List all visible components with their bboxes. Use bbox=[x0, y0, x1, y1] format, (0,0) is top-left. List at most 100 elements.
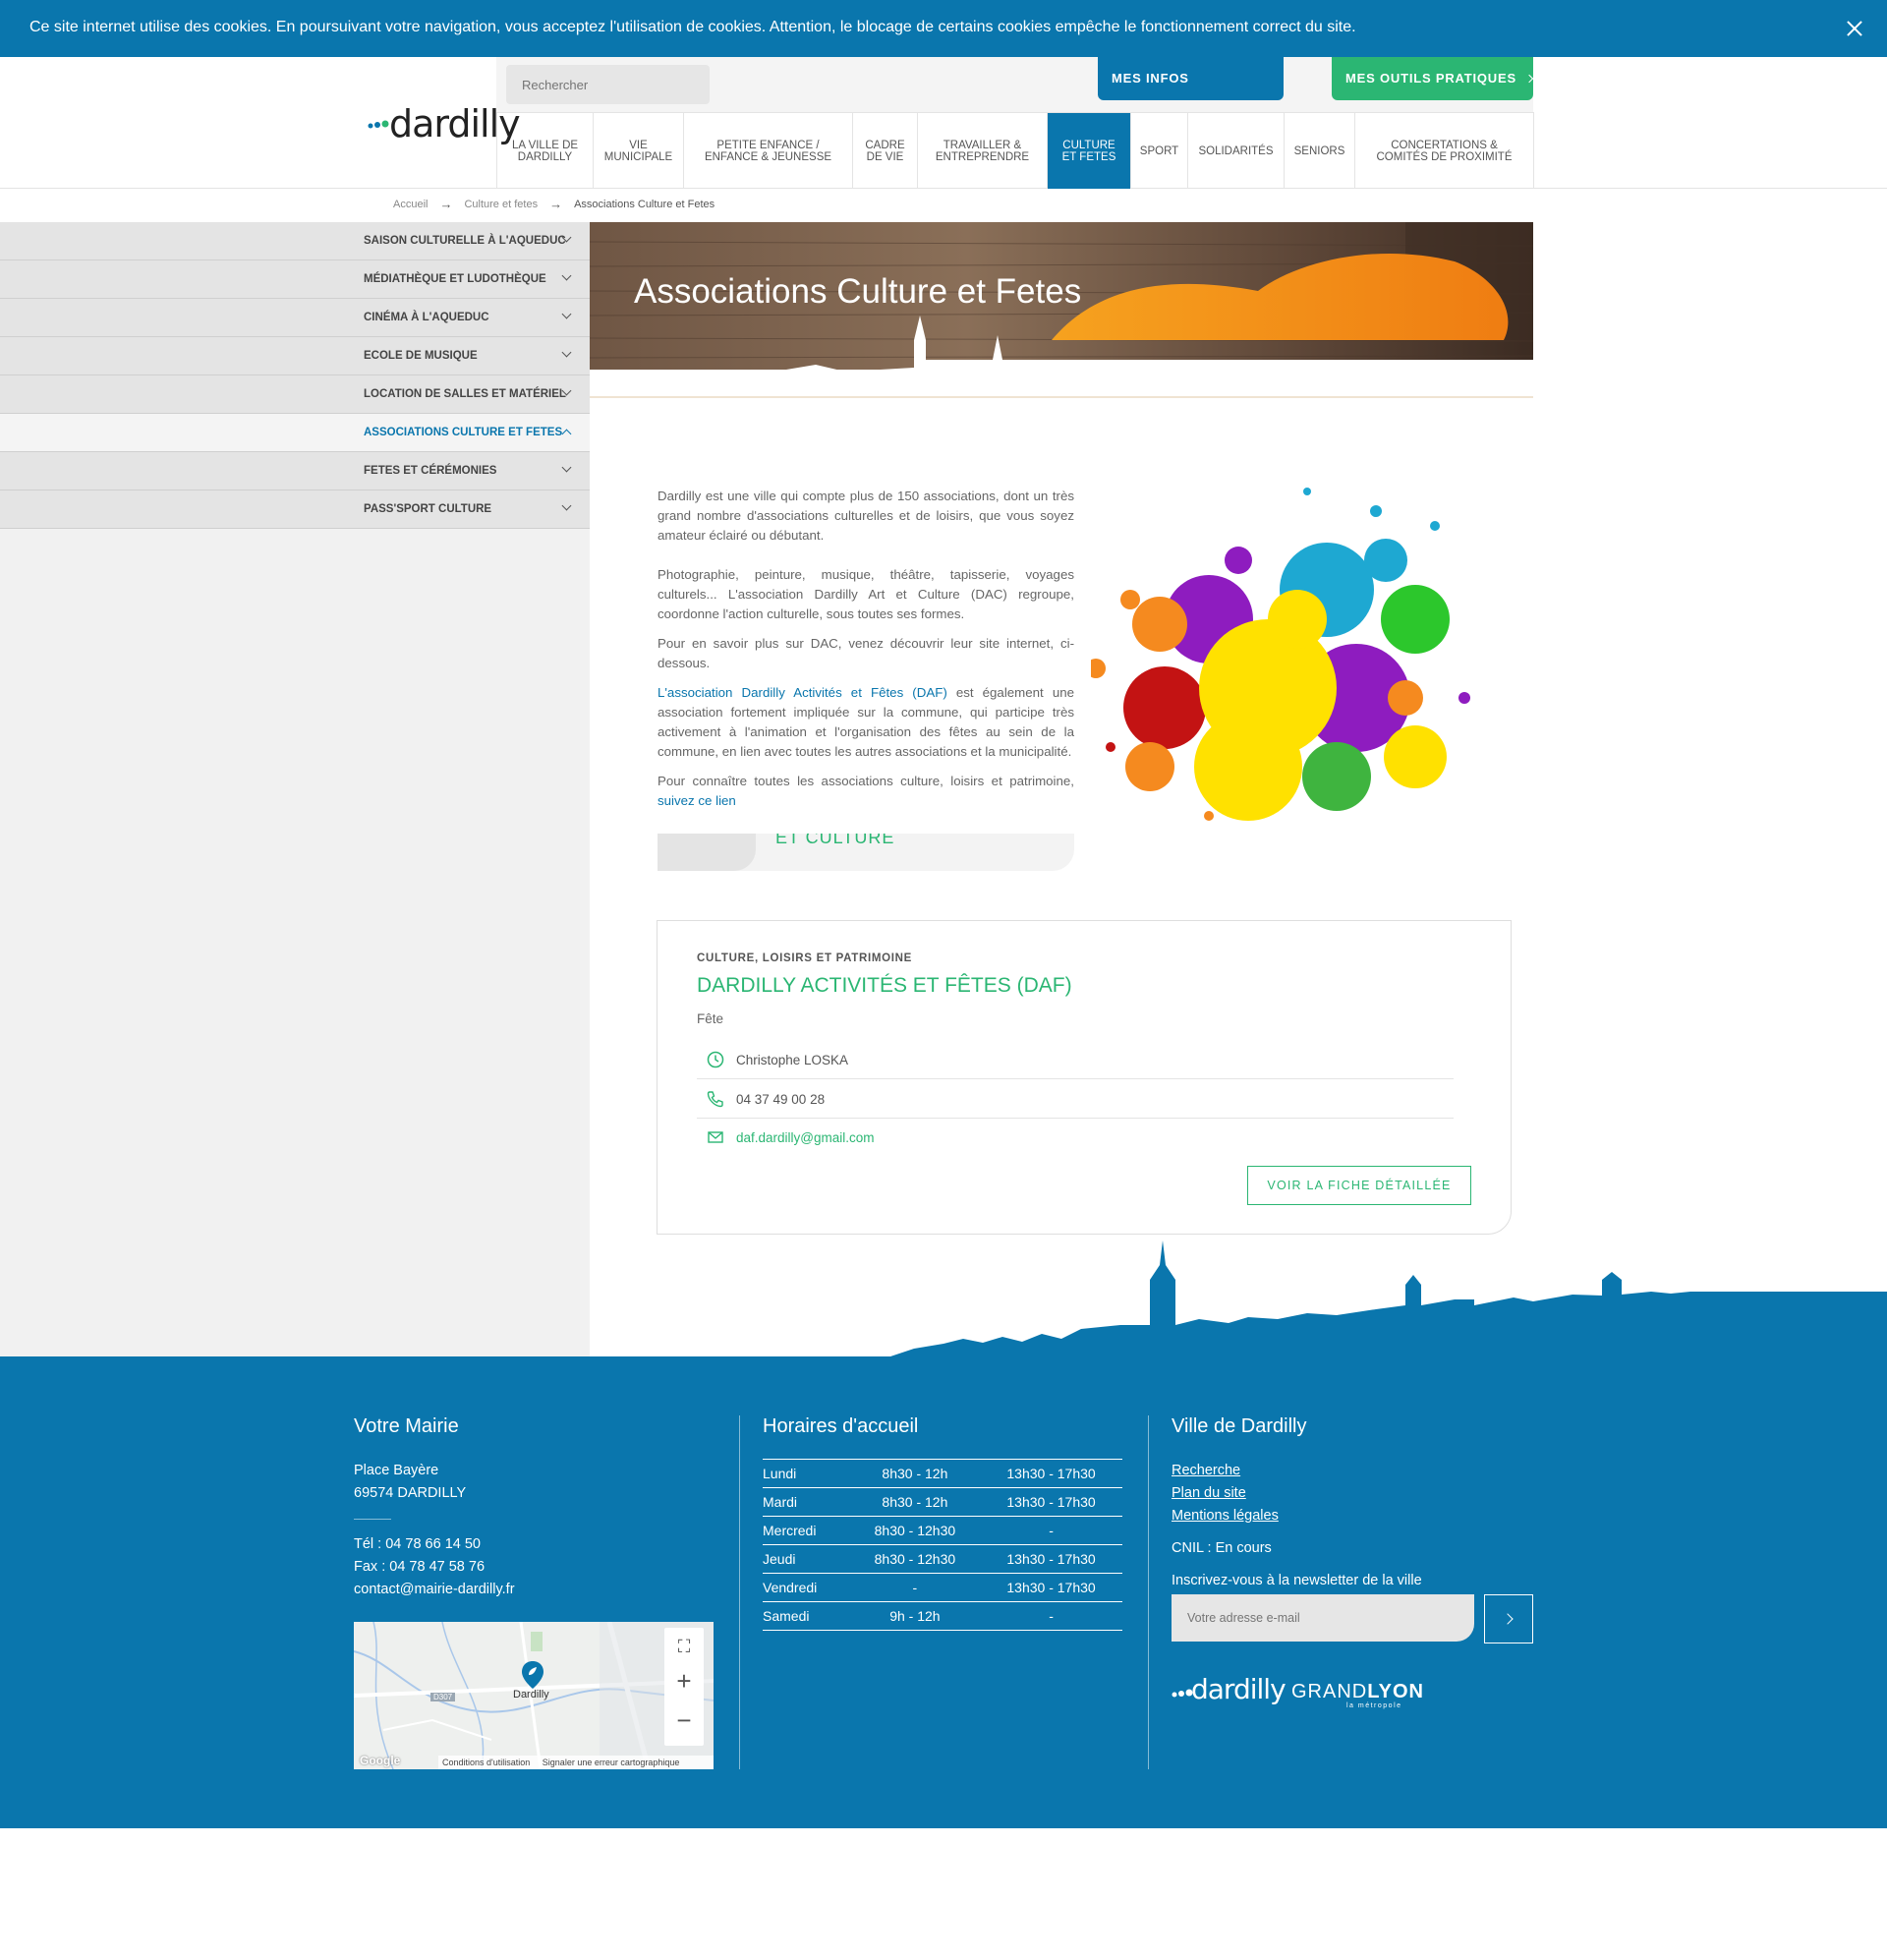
footer-logo-text: dardilly bbox=[1191, 1673, 1287, 1705]
sidebar-item-label: SAISON CULTURELLE À L'AQUEDUC bbox=[364, 235, 566, 247]
mairie-email[interactable]: contact@mairie-dardilly.fr bbox=[354, 1579, 649, 1601]
mes-outils-pratiques-button[interactable]: MES OUTILS PRATIQUES bbox=[1332, 57, 1534, 100]
hours-morning: 9h - 12h bbox=[849, 1601, 981, 1631]
hours-day: Vendredi bbox=[763, 1573, 850, 1602]
chevron-down-icon[interactable] bbox=[561, 347, 572, 358]
fullscreen-icon[interactable]: ⛶ bbox=[675, 1638, 693, 1655]
nav-item-travailler[interactable]: TRAVAILLER & ENTREPRENDRE bbox=[918, 113, 1048, 189]
map-road-label: D307 bbox=[430, 1693, 456, 1701]
sidebar-item-label: ASSOCIATIONS CULTURE ET FETES bbox=[364, 427, 563, 438]
mairie-map[interactable]: Dardilly D307 ⛶ + − Google Conditions d'… bbox=[354, 1622, 714, 1769]
breadcrumb-accueil[interactable]: Accueil bbox=[393, 199, 428, 210]
contact-name: Christophe LOSKA bbox=[736, 1053, 849, 1067]
sidebar-item-label: CINÉMA À L'AQUEDUC bbox=[364, 312, 489, 323]
hours-afternoon: 13h30 - 17h30 bbox=[980, 1573, 1122, 1602]
mes-infos-quotidiennes-button[interactable]: MES INFOS QUOTIDIENNES bbox=[1098, 57, 1284, 129]
chevron-right-icon bbox=[1524, 74, 1534, 84]
newsletter-submit-button[interactable] bbox=[1484, 1594, 1533, 1643]
nav-item-sport[interactable]: SPORT bbox=[1131, 113, 1188, 189]
association-card: CULTURE, LOISIRS ET PATRIMOINE DARDILLY … bbox=[657, 920, 1512, 1235]
sidebar-item-ecole-de-musique[interactable]: ECOLE DE MUSIQUE bbox=[0, 337, 590, 375]
nav-item-la-ville[interactable]: LA VILLE DE DARDILLY bbox=[497, 113, 594, 189]
footer-dardilly-logo[interactable]: dardilly bbox=[1172, 1671, 1287, 1710]
phone-icon bbox=[707, 1091, 723, 1108]
logo-mark-icon bbox=[368, 120, 389, 129]
voir-fiche-detaillee-button[interactable]: VOIR LA FICHE DÉTAILLÉE bbox=[1247, 1166, 1471, 1205]
cookie-text: Ce site internet utilise des cookies. En… bbox=[29, 19, 1356, 35]
mairie-contact: Tél : 04 78 66 14 50 Fax : 04 78 47 58 7… bbox=[354, 1533, 649, 1601]
arrow-right-icon: → bbox=[549, 197, 563, 211]
nav-item-seniors[interactable]: SENIORS bbox=[1285, 113, 1355, 189]
sidebar-item-associations[interactable]: ASSOCIATIONS CULTURE ET FETES bbox=[0, 414, 590, 452]
email-link[interactable]: daf.dardilly@gmail.com bbox=[736, 1130, 875, 1145]
mairie-tel[interactable]: Tél : 04 78 66 14 50 bbox=[354, 1533, 649, 1556]
phone-row: 04 37 49 00 28 bbox=[697, 1080, 1454, 1119]
association-name[interactable]: DARDILLY ACTIVITÉS ET FÊTES (DAF) bbox=[697, 974, 1072, 998]
phone-number[interactable]: 04 37 49 00 28 bbox=[736, 1092, 825, 1107]
nav-item-cadre-de-vie[interactable]: CADRE DE VIE bbox=[853, 113, 918, 189]
mail-icon bbox=[708, 1131, 723, 1143]
paint-splash-image bbox=[1091, 488, 1470, 821]
site-footer: Votre Mairie Place Bayère 69574 DARDILLY… bbox=[0, 1356, 1887, 1828]
suivez-ce-lien-link[interactable]: suivez ce lien bbox=[658, 793, 736, 808]
google-logo: Google bbox=[360, 1754, 401, 1767]
hours-row: Vendredi -13h30 - 17h30 bbox=[763, 1573, 1122, 1602]
breadcrumb-current: Associations Culture et Fetes bbox=[574, 198, 715, 210]
sidebar-item-location-de-salles[interactable]: LOCATION DE SALLES ET MATÉRIEL bbox=[0, 375, 590, 414]
dac-link-box[interactable]: ET CULTURE bbox=[658, 834, 1074, 871]
daf-link[interactable]: L'association Dardilly Activités et Fête… bbox=[658, 685, 947, 700]
associations-paragraph-text: Pour connaître toutes les associations c… bbox=[658, 774, 1074, 788]
sidebar-item-label: ECOLE DE MUSIQUE bbox=[364, 350, 478, 362]
zoom-out-icon[interactable]: − bbox=[673, 1707, 695, 1733]
footer-link-mentions-legales[interactable]: Mentions légales bbox=[1172, 1505, 1533, 1528]
hours-day: Samedi bbox=[763, 1601, 850, 1631]
footer-ville: Ville de Dardilly Recherche Plan du site… bbox=[1172, 1356, 1533, 1592]
hours-afternoon: 13h30 - 17h30 bbox=[980, 1487, 1122, 1517]
nav-item-vie-municipale[interactable]: VIE MUNICIPALE bbox=[594, 113, 684, 189]
chevron-up-icon[interactable] bbox=[561, 429, 572, 439]
hours-day: Jeudi bbox=[763, 1544, 850, 1574]
chevron-down-icon[interactable] bbox=[561, 309, 572, 319]
sidebar-item-label: LOCATION DE SALLES ET MATÉRIEL bbox=[364, 388, 566, 400]
hours-morning: 8h30 - 12h bbox=[849, 1487, 981, 1517]
nav-item-solidarites[interactable]: SOLIDARITÉS bbox=[1188, 113, 1285, 189]
mes-outils-label: MES OUTILS PRATIQUES bbox=[1345, 71, 1516, 86]
footer-link-recherche[interactable]: Recherche bbox=[1172, 1460, 1533, 1482]
close-icon[interactable] bbox=[1842, 16, 1867, 41]
nav-item-culture-et-fetes[interactable]: CULTURE ET FETES bbox=[1048, 113, 1131, 189]
nav-item-petite-enfance[interactable]: PETITE ENFANCE / ENFANCE & JEUNESSE bbox=[684, 113, 853, 189]
hours-day: Mercredi bbox=[763, 1516, 850, 1545]
footer-link-plan-du-site[interactable]: Plan du site bbox=[1172, 1482, 1533, 1505]
cnil-text: CNIL : En cours bbox=[1172, 1540, 1272, 1556]
main-nav: LA VILLE DE DARDILLY VIE MUNICIPALE PETI… bbox=[496, 112, 1534, 189]
hours-afternoon: - bbox=[980, 1516, 1122, 1545]
search-input[interactable] bbox=[506, 65, 710, 104]
chevron-right-icon bbox=[1502, 1613, 1514, 1625]
zoom-in-icon[interactable]: + bbox=[673, 1668, 695, 1694]
newsletter-email-input[interactable] bbox=[1172, 1594, 1474, 1642]
grandlyon-logo[interactable]: GRANDLYON la métropole bbox=[1291, 1681, 1424, 1709]
hours-day: Lundi bbox=[763, 1459, 850, 1488]
map-conditions-link[interactable]: Conditions d'utilisation bbox=[442, 1758, 530, 1767]
map-report-link[interactable]: Signaler une erreur cartographique bbox=[543, 1758, 680, 1767]
breadcrumb-culture-et-fetes[interactable]: Culture et fetes bbox=[464, 199, 538, 210]
sidebar-item-pass-sport-culture[interactable]: PASS'SPORT CULTURE bbox=[0, 490, 590, 529]
sidebar-item-mediatheque[interactable]: MÉDIATHÈQUE ET LUDOTHÈQUE bbox=[0, 260, 590, 299]
chevron-down-icon[interactable] bbox=[561, 500, 572, 511]
footer-links: Recherche Plan du site Mentions légales bbox=[1172, 1460, 1533, 1528]
hours-row: Samedi 9h - 12h - bbox=[763, 1601, 1122, 1631]
chevron-down-icon[interactable] bbox=[561, 270, 572, 281]
sidebar-item-saison-culturelle[interactable]: SAISON CULTURELLE À L'AQUEDUC bbox=[0, 222, 590, 260]
site-header: dardilly MES INFOS QUOTIDIENNES MES OUTI… bbox=[0, 57, 1887, 189]
chevron-down-icon[interactable] bbox=[561, 462, 572, 473]
hours-table: Lundi 8h30 - 12h 13h30 - 17h30 Mardi 8h30 - … bbox=[763, 1459, 1122, 1631]
dac-box-title: ET CULTURE bbox=[775, 834, 895, 847]
sidebar-item-cinema[interactable]: CINÉMA À L'AQUEDUC bbox=[0, 299, 590, 337]
dardilly-logo[interactable]: dardilly bbox=[368, 100, 521, 149]
hours-row: Jeudi 8h30 - 12h30 13h30 - 17h30 bbox=[763, 1544, 1122, 1574]
map-pin-icon[interactable] bbox=[519, 1659, 546, 1691]
hours-row: Lundi 8h30 - 12h 13h30 - 17h30 bbox=[763, 1459, 1122, 1488]
hours-afternoon: 13h30 - 17h30 bbox=[980, 1459, 1122, 1488]
nav-item-concertations[interactable]: CONCERTATIONS & COMITÉS DE PROXIMITÉ bbox=[1355, 113, 1534, 189]
sidebar-item-fetes-ceremonies[interactable]: FETES ET CÉRÉMONIES bbox=[0, 452, 590, 490]
